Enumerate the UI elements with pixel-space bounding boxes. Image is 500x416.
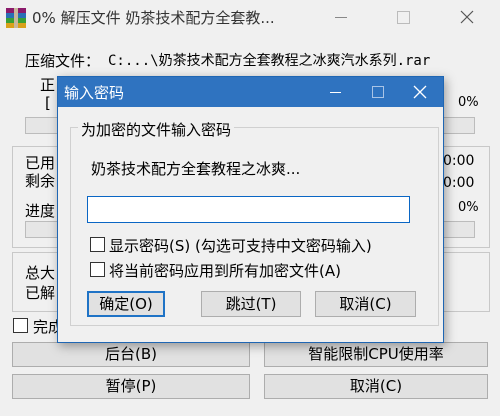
main-titlebar: 0% 解压文件 奶茶技术配方全套教... (0, 0, 500, 36)
dialog-cancel-button[interactable]: 取消(C) (315, 291, 416, 317)
maximize-button[interactable] (380, 0, 426, 36)
apply-all-checkbox[interactable] (90, 262, 105, 277)
password-input[interactable] (87, 196, 410, 223)
show-password-label[interactable]: 显示密码(S) (勾选可支持中文密码输入) (109, 235, 372, 256)
total-size-label: 总大 (25, 264, 56, 282)
dialog-title: 输入密码 (64, 84, 125, 102)
apply-all-label[interactable]: 将当前密码应用到所有加密文件(A) (109, 260, 341, 281)
dialog-maximize-button[interactable] (358, 77, 398, 107)
close-button[interactable] (444, 0, 490, 36)
progress-label: 进度 (25, 202, 56, 220)
show-password-checkbox[interactable] (90, 237, 105, 252)
encrypted-file-name: 奶茶技术配方全套教程之冰爽... (91, 160, 301, 178)
ok-button[interactable]: 确定(O) (87, 291, 165, 317)
main-cancel-button[interactable]: 取消(C) (264, 374, 488, 399)
pause-button[interactable]: 暂停(P) (12, 374, 250, 399)
minimize-button[interactable] (318, 0, 364, 36)
background-button[interactable]: 后台(B) (12, 342, 250, 367)
extracted-size-label: 已解 (25, 284, 56, 302)
password-group-label: 为加密的文件输入密码 (78, 119, 235, 140)
remaining-time: 0:00 (443, 175, 475, 191)
close-icon (413, 85, 427, 99)
file-percent: 0% (458, 95, 479, 110)
winrar-app-icon (6, 8, 26, 28)
limit-cpu-button[interactable]: 智能限制CPU使用率 (264, 342, 488, 367)
skip-button[interactable]: 跳过(T) (201, 291, 301, 317)
finish-action-checkbox[interactable] (13, 318, 28, 333)
current-file-bracket: [ (45, 94, 51, 112)
password-dialog: 输入密码 为加密的文件输入密码 奶茶技术配方全套教程之冰爽... 显示密码(S)… (57, 76, 444, 343)
elapsed-time: 0:00 (443, 153, 475, 169)
archive-label: 压缩文件： (25, 52, 101, 70)
main-window-title: 0% 解压文件 奶茶技术配方全套教... (32, 9, 275, 27)
current-file-label: 正 (40, 76, 56, 94)
total-percent: 0% (458, 200, 479, 215)
dialog-close-button[interactable] (400, 77, 440, 107)
remaining-label: 剩余 (25, 172, 56, 190)
close-icon (460, 10, 474, 24)
dialog-minimize-button[interactable] (316, 77, 356, 107)
archive-path: C:...\奶茶技术配方全套教程之冰爽汽水系列.rar (108, 53, 431, 69)
dialog-titlebar: 输入密码 (58, 77, 443, 107)
